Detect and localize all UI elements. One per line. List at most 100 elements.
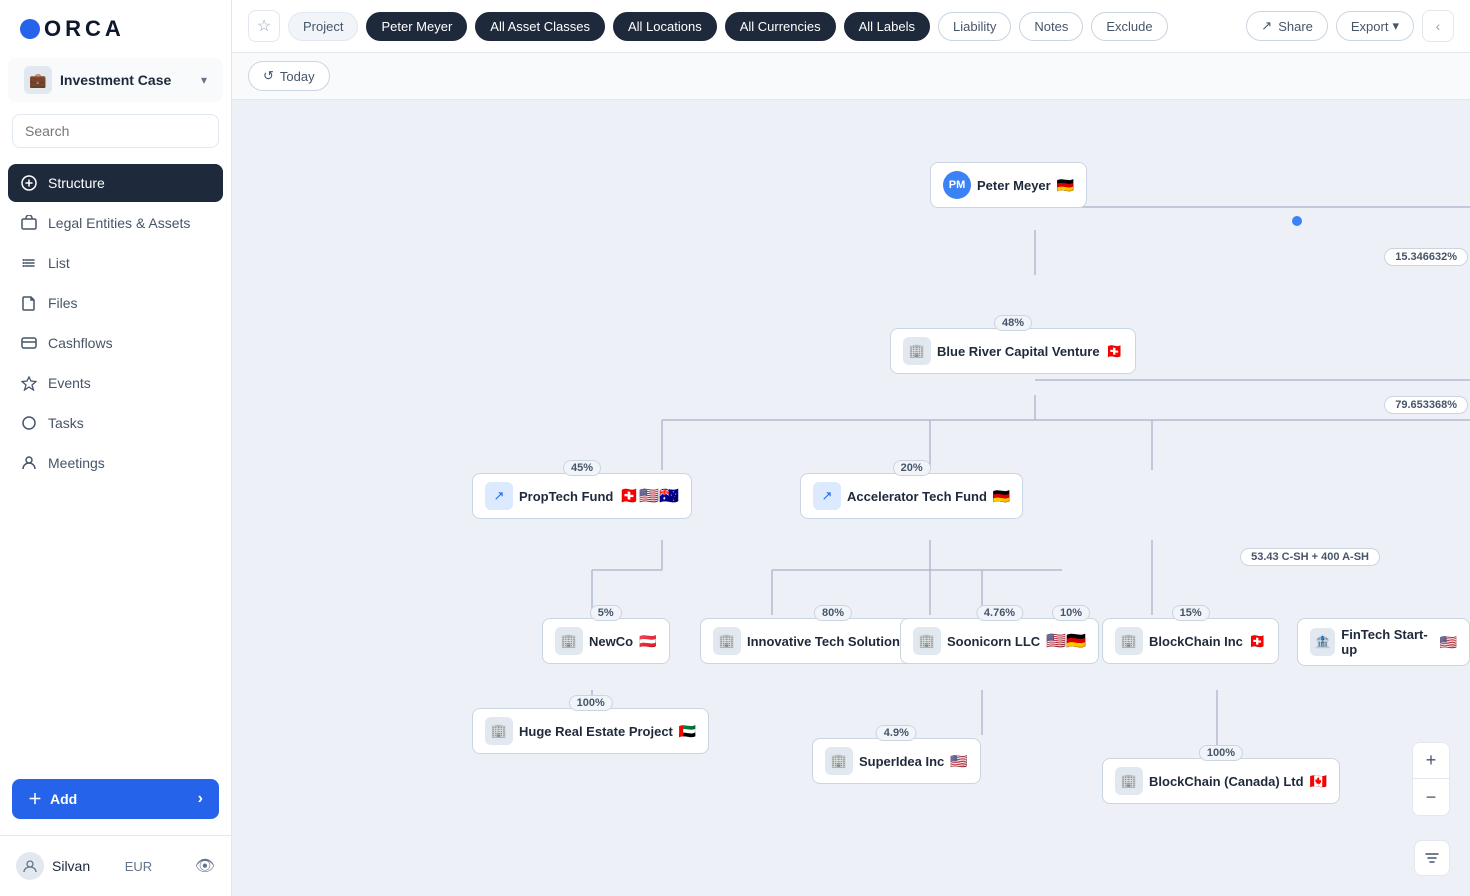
currencies-button[interactable]: All Currencies <box>725 12 836 41</box>
sidebar-item-events[interactable]: Events <box>8 364 223 402</box>
flag-huge-real-estate: 🇦🇪 <box>679 723 696 740</box>
node-proptech[interactable]: 45% ↗ PropTech Fund 🇨🇭🇺🇸🇦🇺 <box>472 473 692 519</box>
filter-button[interactable] <box>1414 840 1450 876</box>
project-label: Project <box>303 19 343 34</box>
project-button[interactable]: Project <box>288 12 358 41</box>
node-blue-river[interactable]: 48% 🏢 Blue River Capital Venture 🇨🇭 <box>890 328 1136 374</box>
today-icon: ↺ <box>263 68 274 84</box>
sidebar-item-structure[interactable]: Structure <box>8 164 223 202</box>
labels-button[interactable]: All Labels <box>844 12 930 41</box>
node-huge-real-estate[interactable]: 100% 🏢 Huge Real Estate Project 🇦🇪 <box>472 708 709 754</box>
flag-blockchain-inc: 🇨🇭 <box>1249 633 1266 650</box>
flag-newco: 🇦🇹 <box>639 633 656 650</box>
investment-case-label: Investment Case <box>60 72 201 88</box>
export-chevron-icon: ▾ <box>1392 18 1399 34</box>
sidebar-item-tasks-label: Tasks <box>48 415 84 431</box>
zoom-out-button[interactable]: − <box>1413 779 1449 815</box>
sidebar-item-meetings-label: Meetings <box>48 455 105 471</box>
add-button[interactable]: ＋ Add › <box>12 779 219 819</box>
locations-label: All Locations <box>628 19 702 34</box>
node-soonicorn[interactable]: 4.76% 🏢 Soonicorn LLC 🇺🇸🇩🇪 10% <box>900 618 1099 664</box>
events-icon <box>20 374 38 392</box>
main-content: ☆ Project Peter Meyer All Asset Classes … <box>232 0 1470 896</box>
sidebar-item-structure-label: Structure <box>48 175 105 191</box>
add-label: Add <box>50 791 77 807</box>
edge-percent-2: 79.653368% <box>1395 399 1457 411</box>
icon-innovative: 🏢 <box>713 627 741 655</box>
node-name-blockchain-inc: BlockChain Inc <box>1149 634 1243 649</box>
node-name-blockchain-canada: BlockChain (Canada) Ltd <box>1149 774 1304 789</box>
files-icon <box>20 294 38 312</box>
add-arrow-icon: › <box>198 790 203 808</box>
cashflows-icon <box>20 334 38 352</box>
node-name-huge-real-estate: Huge Real Estate Project <box>519 724 673 739</box>
person-filter-button[interactable]: Peter Meyer <box>366 12 467 41</box>
sub-toolbar: ↺ Today <box>232 53 1470 100</box>
liability-button[interactable]: Liability <box>938 12 1011 41</box>
icon-blockchain-inc: 🏢 <box>1115 627 1143 655</box>
percent-blockchain-inc: 15% <box>1172 605 1210 621</box>
percent-blue-river: 48% <box>994 315 1032 331</box>
node-fintech-startup[interactable]: 🏦 FinTech Start-up 🇺🇸 <box>1297 618 1470 666</box>
share-button[interactable]: ↗ Share <box>1246 11 1328 41</box>
node-name-soonicorn: Soonicorn LLC <box>947 634 1040 649</box>
export-button[interactable]: Export ▾ <box>1336 11 1414 41</box>
toolbar: ☆ Project Peter Meyer All Asset Classes … <box>232 0 1470 53</box>
notes-button[interactable]: Notes <box>1019 12 1083 41</box>
node-peter-meyer[interactable]: PM Peter Meyer 🇩🇪 <box>930 162 1087 208</box>
node-newco[interactable]: 5% 🏢 NewCo 🇦🇹 <box>542 618 670 664</box>
nav-back-button[interactable]: ‹ <box>1422 10 1454 42</box>
sidebar-item-list-label: List <box>48 255 70 271</box>
visibility-icon[interactable]: 👁 <box>195 856 215 876</box>
share-label: Share <box>1278 19 1313 34</box>
logo-text: ORCA <box>44 16 125 42</box>
zoom-in-button[interactable]: + <box>1413 743 1449 779</box>
exclude-button[interactable]: Exclude <box>1091 12 1167 41</box>
icon-soonicorn: 🏢 <box>913 627 941 655</box>
node-blockchain-inc[interactable]: 15% 🏢 BlockChain Inc 🇨🇭 <box>1102 618 1279 664</box>
liability-label: Liability <box>953 19 996 34</box>
edge-percent-1: 15.346632% <box>1395 251 1457 263</box>
asset-classes-button[interactable]: All Asset Classes <box>475 12 605 41</box>
org-chart-canvas[interactable]: 15.346632% 79.653368% 53.43 C-SH + 400 A… <box>232 100 1470 896</box>
nav-back-icon: ‹ <box>1436 18 1441 34</box>
sidebar-item-legal-entities[interactable]: Legal Entities & Assets <box>8 204 223 242</box>
icon-fintech-startup: 🏦 <box>1310 628 1335 656</box>
star-button[interactable]: ☆ <box>248 10 280 42</box>
edge-label-2: 79.653368% <box>1384 396 1468 414</box>
today-button[interactable]: ↺ Today <box>248 61 330 91</box>
sidebar-item-files-label: Files <box>48 295 78 311</box>
chevron-down-icon: ▾ <box>201 73 207 87</box>
percent-huge-real-estate: 100% <box>569 695 613 711</box>
sidebar-item-cashflows-label: Cashflows <box>48 335 113 351</box>
flags-soonicorn: 🇺🇸🇩🇪 <box>1046 631 1086 651</box>
list-icon <box>20 254 38 272</box>
node-blockchain-canada[interactable]: 100% 🏢 BlockChain (Canada) Ltd 🇨🇦 <box>1102 758 1340 804</box>
flag-fintech-startup: 🇺🇸 <box>1440 634 1457 651</box>
sidebar-item-list[interactable]: List <box>8 244 223 282</box>
node-superidea[interactable]: 4.9% 🏢 SuperIdea Inc 🇺🇸 <box>812 738 981 784</box>
sidebar-item-tasks[interactable]: Tasks <box>8 404 223 442</box>
logo-area: ORCA <box>0 0 231 58</box>
node-accelerator[interactable]: 20% ↗ Accelerator Tech Fund 🇩🇪 <box>800 473 1023 519</box>
share-icon: ↗ <box>1261 18 1272 34</box>
locations-button[interactable]: All Locations <box>613 12 717 41</box>
sidebar-item-files[interactable]: Files <box>8 284 223 322</box>
percent-blockchain-canada: 100% <box>1199 745 1243 761</box>
node-name-blue-river: Blue River Capital Venture <box>937 344 1100 359</box>
user-name: Silvan <box>52 858 90 874</box>
flag-blue-river: 🇨🇭 <box>1106 343 1123 360</box>
today-label: Today <box>280 69 315 84</box>
investment-case-dropdown[interactable]: 💼 Investment Case ▾ <box>8 58 223 102</box>
sidebar-item-meetings[interactable]: Meetings <box>8 444 223 482</box>
structure-icon <box>20 174 38 192</box>
investment-case-icon: 💼 <box>24 66 52 94</box>
person-label: Peter Meyer <box>381 19 452 34</box>
percent-proptech: 45% <box>563 460 601 476</box>
logo-circle <box>20 19 40 39</box>
tasks-icon <box>20 414 38 432</box>
sidebar-bottom: Silvan EUR 👁 <box>0 835 231 896</box>
search-input[interactable] <box>12 114 219 148</box>
percent-accelerator: 20% <box>893 460 931 476</box>
sidebar-item-cashflows[interactable]: Cashflows <box>8 324 223 362</box>
